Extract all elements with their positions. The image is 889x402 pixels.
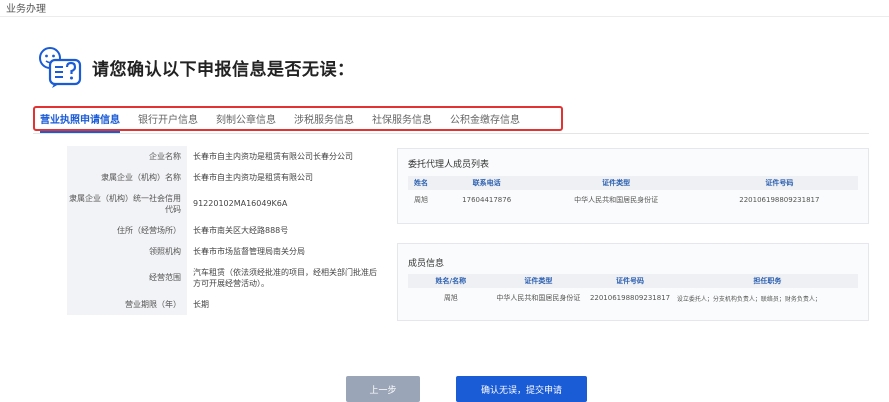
cell: 设立委托人；分支机构负责人；联络员；财务负责人； (676, 295, 821, 303)
info-label: 住所（经营场所） (67, 220, 187, 241)
confirm-submit-button[interactable]: 确认无误，提交申请 (456, 376, 587, 402)
column-header: 联系电话 (472, 179, 501, 187)
column-header: 证件类型 (524, 277, 553, 285)
info-value: 长春市市场监督管理局南关分局 (193, 247, 305, 256)
info-label: 隶属企业（机构）名称 (67, 167, 187, 188)
tab-bank-account[interactable]: 银行开户信息 (138, 111, 198, 126)
agent-list-card: 委托代理人成员列表 姓名 联系电话 证件类型 证件号码 周旭 176044178… (397, 148, 869, 224)
license-info-panel: 企业名称 长春市自主内资功是租赁有限公司长春分公司 隶属企业（机构）名称 长春市… (67, 146, 380, 318)
info-value: 长春市南关区大经路888号 (193, 226, 289, 235)
info-row-address: 住所（经营场所） 长春市南关区大经路888号 (67, 220, 380, 241)
card-title: 委托代理人成员列表 (408, 160, 490, 170)
page-title: 请您确认以下申报信息是否无误： (92, 59, 355, 80)
column-header: 证件号码 (616, 277, 645, 285)
table-header: 姓名/名称 证件类型 证件号码 担任职务 (408, 274, 858, 288)
agent-table: 姓名 联系电话 证件类型 证件号码 周旭 17604417876 中华人民共和国… (408, 176, 858, 210)
tab-business-license[interactable]: 营业执照申请信息 (40, 111, 120, 133)
table-row: 周旭 17604417876 中华人民共和国居民身份证 220106198809… (408, 190, 858, 210)
tab-official-seal[interactable]: 刻制公章信息 (216, 111, 276, 126)
info-value: 91220102MA16049K6A (193, 199, 288, 208)
table-header: 姓名 联系电话 证件类型 证件号码 (408, 176, 858, 190)
member-info-card: 成员信息 姓名/名称 证件类型 证件号码 担任职务 周旭 中华人民共和国居民身份… (397, 243, 869, 321)
cell: 周旭 (414, 196, 428, 204)
column-header: 担任职务 (753, 277, 782, 285)
previous-step-button[interactable]: 上一步 (346, 376, 420, 402)
info-value: 长期 (193, 300, 209, 309)
cell: 220106198809231817 (589, 294, 671, 302)
info-value: 汽车租赁（依法须经批准的项目，经相关部门批准后方可开展经营活动）。 (193, 268, 377, 288)
cell: 周旭 (443, 294, 458, 302)
column-header: 姓名 (414, 179, 428, 187)
info-row-parent-credit-code: 隶属企业（机构）统一社会信用代码 91220102MA16049K6A (67, 188, 380, 220)
cell: 220106198809231817 (739, 196, 820, 204)
info-row-business-scope: 经营范围 汽车租赁（依法须经批准的项目，经相关部门批准后方可开展经营活动）。 (67, 262, 380, 294)
card-title: 成员信息 (408, 259, 445, 269)
tab-tax-service[interactable]: 涉税服务信息 (294, 111, 354, 126)
info-row-company-name: 企业名称 长春市自主内资功是租赁有限公司长春分公司 (67, 146, 380, 167)
info-value: 长春市自主内资功是租赁有限公司长春分公司 (193, 152, 353, 161)
column-header: 姓名/名称 (435, 277, 467, 285)
info-row-issuing-authority: 领照机构 长春市市场监督管理局南关分局 (67, 241, 380, 262)
confirm-heading: 请您确认以下申报信息是否无误： (36, 45, 355, 89)
tab-bar: 营业执照申请信息 银行开户信息 刻制公章信息 涉税服务信息 社保服务信息 公积金… (40, 111, 538, 133)
info-label: 领照机构 (67, 241, 187, 262)
cell: 中华人民共和国居民身份证 (574, 196, 659, 204)
header-divider (0, 16, 889, 17)
question-chat-icon (36, 45, 86, 89)
cell: 中华人民共和国居民身份证 (496, 294, 581, 302)
tab-housing-fund[interactable]: 公积金缴存信息 (450, 111, 520, 126)
info-row-business-term: 营业期限（年） 长期 (67, 294, 380, 315)
column-header: 证件类型 (602, 179, 631, 187)
info-label: 经营范围 (67, 262, 187, 294)
tabs-divider (33, 133, 869, 134)
info-label: 隶属企业（机构）统一社会信用代码 (67, 188, 187, 220)
cell: 17604417876 (462, 196, 512, 204)
table-row: 周旭 中华人民共和国居民身份证 220106198809231817 设立委托人… (408, 288, 858, 308)
member-table: 姓名/名称 证件类型 证件号码 担任职务 周旭 中华人民共和国居民身份证 220… (408, 274, 858, 308)
info-value: 长春市自主内资功是租赁有限公司 (193, 173, 313, 182)
breadcrumb: 业务办理 (6, 4, 46, 15)
column-header: 证件号码 (765, 179, 794, 187)
info-label: 营业期限（年） (67, 294, 187, 315)
tab-social-security[interactable]: 社保服务信息 (372, 111, 432, 126)
info-row-parent-name: 隶属企业（机构）名称 长春市自主内资功是租赁有限公司 (67, 167, 380, 188)
info-label: 企业名称 (67, 146, 187, 167)
